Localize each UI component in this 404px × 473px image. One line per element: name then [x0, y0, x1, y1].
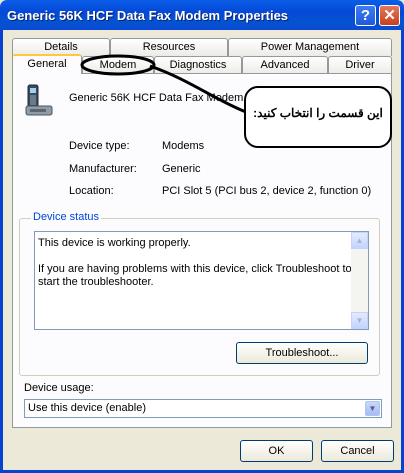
tab-diagnostics[interactable]: Diagnostics: [154, 56, 242, 74]
help-button[interactable]: ?: [355, 5, 376, 26]
location-label: Location:: [69, 185, 114, 197]
status-line-3: start the troubleshooter.: [38, 276, 154, 288]
title-bar: Generic 56K HCF Data Fax Modem Propertie…: [0, 0, 404, 30]
tab-modem[interactable]: Modem: [82, 56, 154, 74]
device-usage-select[interactable]: Use this device (enable) ▼: [24, 399, 382, 418]
device-name: Generic 56K HCF Data Fax Modem: [69, 92, 244, 104]
tab-resources[interactable]: Resources: [110, 38, 228, 56]
modem-phone-icon: [22, 84, 56, 121]
scroll-down-icon[interactable]: ▼: [351, 312, 368, 329]
close-button[interactable]: ✕: [379, 5, 400, 26]
ok-button[interactable]: OK: [240, 440, 313, 462]
device-usage-value: Use this device (enable): [28, 402, 147, 414]
scroll-up-icon[interactable]: ▲: [351, 232, 368, 249]
status-scrollbar[interactable]: ▲ ▼: [351, 232, 368, 329]
device-type-value: Modems: [162, 140, 205, 152]
manufacturer-value: Generic: [162, 163, 201, 175]
annotation-text: این قسمت را انتخاب کنید:: [253, 106, 383, 120]
location-value: PCI Slot 5 (PCI bus 2, device 2, functio…: [162, 185, 372, 197]
device-status-textbox[interactable]: This device is working properly. If you …: [34, 231, 369, 330]
status-line-1: This device is working properly.: [38, 237, 191, 249]
device-usage-label: Device usage:: [24, 382, 94, 394]
chevron-down-icon[interactable]: ▼: [365, 401, 380, 416]
manufacturer-label: Manufacturer:: [69, 163, 137, 175]
window-title: Generic 56K HCF Data Fax Modem Propertie…: [7, 8, 289, 23]
tab-driver[interactable]: Driver: [328, 56, 392, 74]
device-type-label: Device type:: [69, 140, 130, 152]
device-status-label: Device status: [31, 211, 102, 223]
tab-advanced[interactable]: Advanced: [242, 56, 328, 74]
troubleshoot-button[interactable]: Troubleshoot...: [236, 342, 368, 364]
tab-power-management[interactable]: Power Management: [228, 38, 392, 56]
status-line-2: If you are having problems with this dev…: [38, 263, 352, 275]
cancel-button[interactable]: Cancel: [321, 440, 394, 462]
tab-general[interactable]: General: [12, 54, 82, 74]
annotation-callout: این قسمت را انتخاب کنید:: [244, 86, 392, 148]
